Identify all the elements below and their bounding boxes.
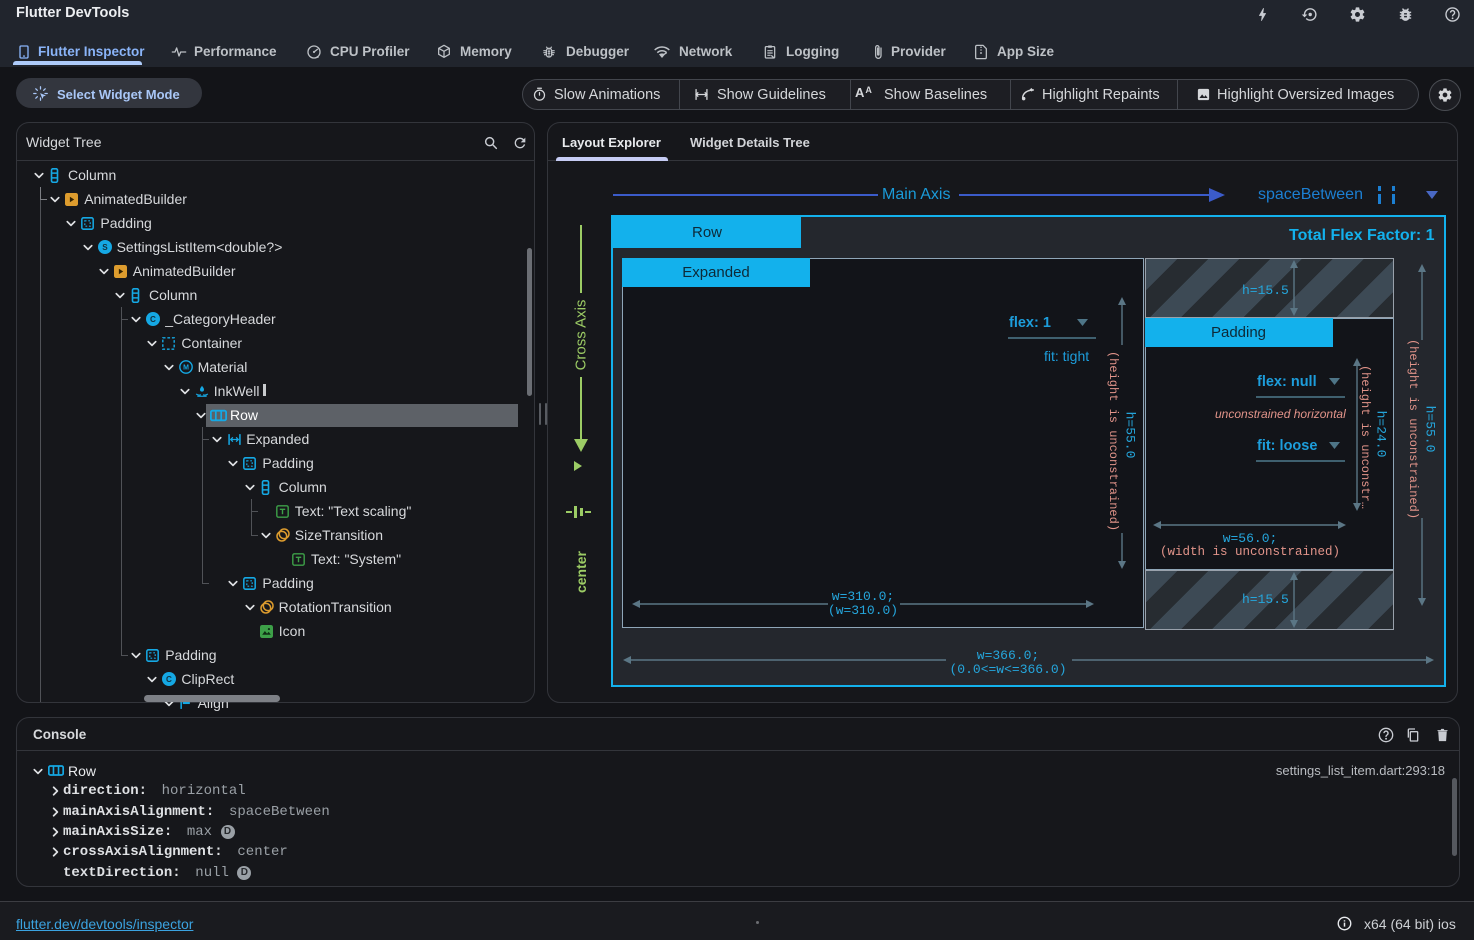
svg-text:C: C (166, 675, 172, 684)
svg-text:C: C (150, 315, 156, 324)
svg-text:S: S (102, 243, 108, 252)
svg-text:M: M (183, 365, 189, 372)
